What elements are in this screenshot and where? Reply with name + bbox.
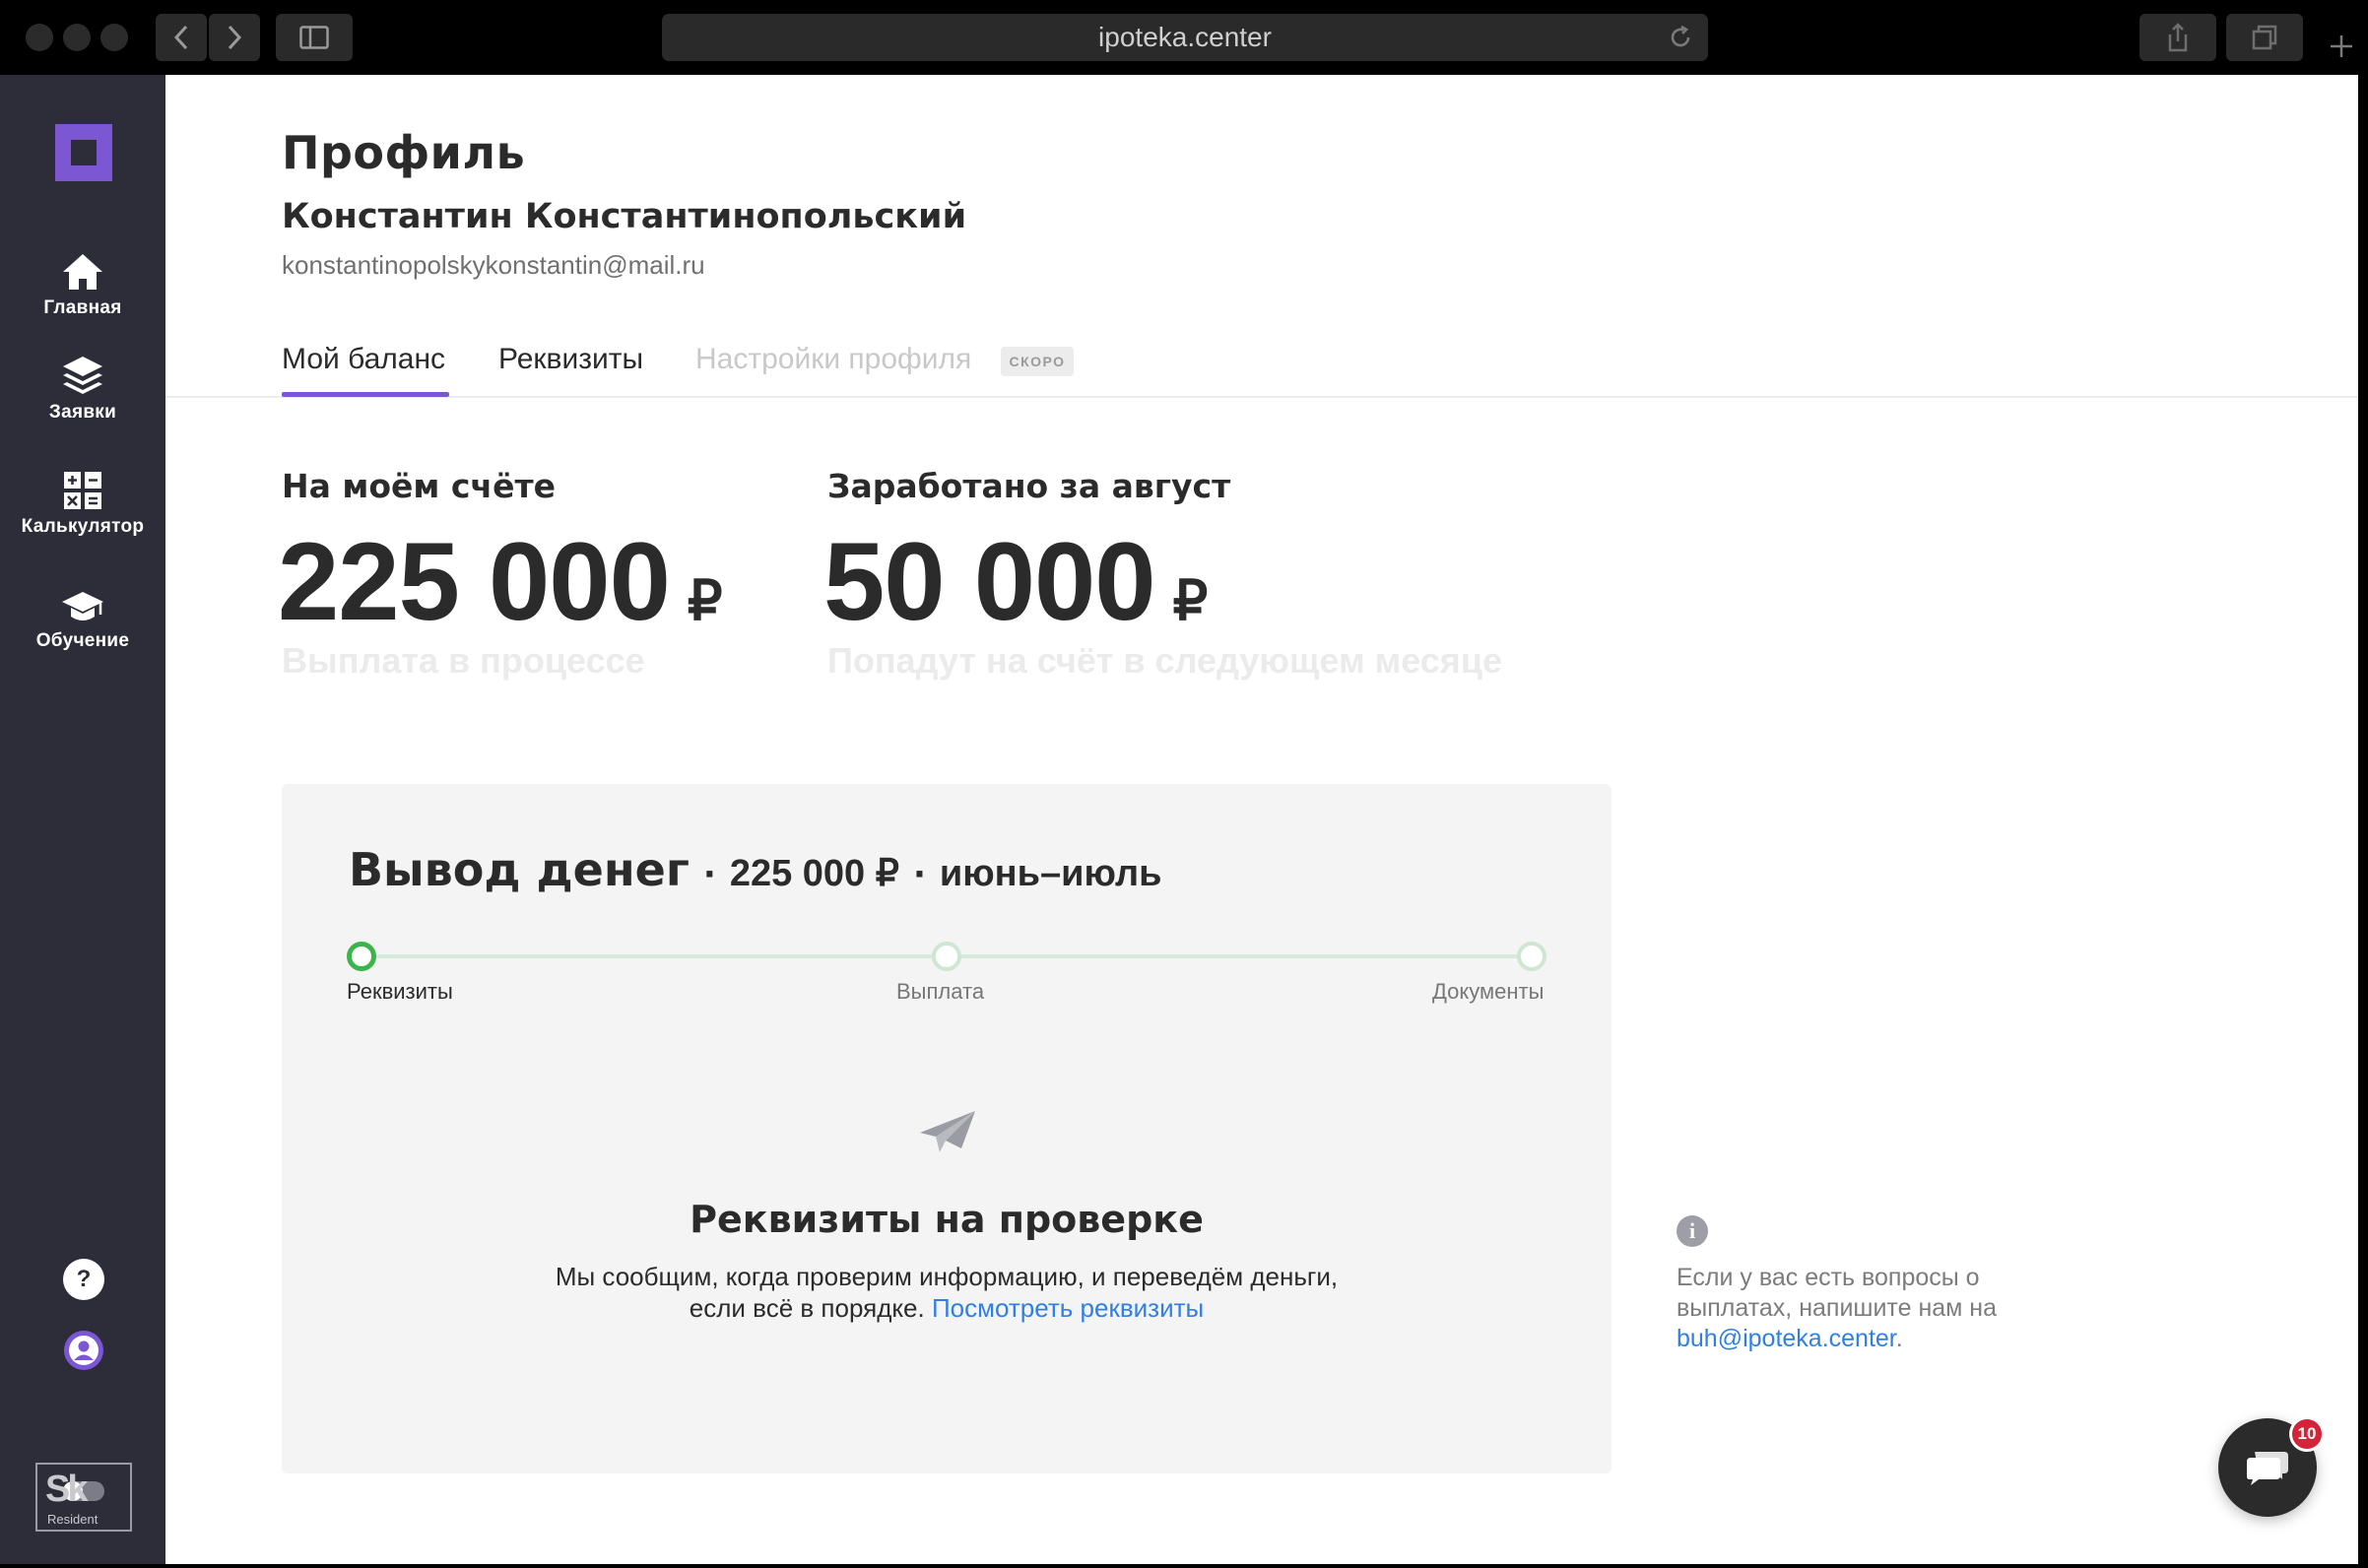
url-text: ipoteka.center bbox=[1098, 22, 1272, 52]
step-documents-marker bbox=[1517, 942, 1546, 971]
separator-dot: · bbox=[912, 855, 926, 894]
window-frame bbox=[2358, 75, 2368, 1568]
payout-contact-note: Если у вас есть вопросы о выплатах, напи… bbox=[1677, 1263, 2051, 1354]
plus-icon[interactable] bbox=[2329, 33, 2354, 59]
step-requisites-label: Реквизиты bbox=[347, 979, 453, 1004]
skolkovo-resident-badge: Sk Resident bbox=[35, 1463, 132, 1532]
sidebar-item-label: Главная bbox=[43, 297, 122, 318]
sidebar-item-label: Заявки bbox=[48, 402, 117, 423]
account-balance-note: Выплата в процессе bbox=[282, 640, 645, 681]
account-amount: 225 000 bbox=[278, 520, 671, 643]
sidebar: Главная Заявки Калькулятор Обучение ? Sk… bbox=[0, 75, 165, 1568]
browser-toolbar: ipoteka.center bbox=[0, 0, 2368, 75]
currency-sign: ₽ bbox=[687, 569, 723, 631]
active-tab-indicator bbox=[282, 392, 449, 397]
window-frame bbox=[0, 1564, 2368, 1568]
profile-button[interactable] bbox=[63, 1330, 104, 1371]
chevron-left-icon bbox=[173, 25, 188, 50]
tabs-icon bbox=[2252, 25, 2277, 50]
earned-note: Попадут на счёт в следующем месяце bbox=[827, 640, 1502, 681]
withdrawal-period: июнь–июль bbox=[939, 853, 1162, 894]
tab-my-balance[interactable]: Мой баланс bbox=[282, 343, 445, 376]
status-title: Реквизиты на проверке bbox=[690, 1198, 1204, 1241]
account-balance-value: 225 000 ₽ bbox=[278, 518, 722, 645]
window-zoom-button[interactable] bbox=[100, 24, 128, 51]
skolkovo-logo: Sk bbox=[45, 1469, 89, 1510]
sidebar-item-calculator[interactable]: Калькулятор bbox=[0, 467, 165, 538]
currency-sign: ₽ bbox=[1172, 569, 1209, 631]
badge-caption: Resident bbox=[47, 1512, 99, 1527]
sidebar-icon bbox=[299, 26, 329, 49]
earned-amount: 50 000 bbox=[823, 520, 1156, 643]
earned-value: 50 000 ₽ bbox=[823, 518, 1209, 645]
tabs-overview-button[interactable] bbox=[2226, 14, 2303, 61]
withdrawal-amount: 225 000 ₽ bbox=[729, 853, 899, 894]
layers-icon bbox=[63, 357, 102, 394]
page-title: Профиль bbox=[282, 126, 526, 179]
tabs-divider bbox=[165, 396, 2358, 398]
app-logo[interactable] bbox=[55, 124, 112, 181]
tab-profile-settings: Настройки профиля bbox=[695, 343, 972, 375]
home-icon bbox=[63, 254, 102, 290]
paper-plane-icon bbox=[920, 1111, 975, 1152]
step-payout-marker bbox=[932, 942, 961, 971]
accounting-email-link[interactable]: buh@ipoteka.center bbox=[1677, 1325, 1896, 1352]
user-name: Константин Константинопольский bbox=[282, 197, 967, 236]
contact-note-suffix: . bbox=[1895, 1325, 1903, 1352]
back-button[interactable] bbox=[156, 14, 207, 61]
withdrawal-header: Вывод денег · 225 000 ₽ · июнь–июль bbox=[349, 843, 1161, 896]
graduation-cap-icon bbox=[62, 592, 103, 621]
user-icon bbox=[64, 1331, 103, 1370]
help-button[interactable]: ? bbox=[63, 1259, 104, 1300]
calculator-icon bbox=[64, 472, 101, 509]
status-text: Мы сообщим, когда проверим информацию, и… bbox=[528, 1261, 1365, 1324]
sidebar-item-label: Калькулятор bbox=[21, 516, 145, 537]
share-icon bbox=[2168, 23, 2188, 52]
sidebar-item-learning[interactable]: Обучение bbox=[0, 581, 165, 652]
separator-dot: · bbox=[702, 855, 716, 894]
step-requisites-marker bbox=[347, 942, 376, 971]
soon-badge: СКОРО bbox=[1001, 347, 1074, 376]
view-requisites-link[interactable]: Посмотреть реквизиты bbox=[932, 1293, 1204, 1323]
step-documents-label: Документы bbox=[1432, 979, 1545, 1004]
unread-count-badge: 10 bbox=[2289, 1416, 2325, 1452]
sidebar-item-home[interactable]: Главная bbox=[0, 248, 165, 319]
share-button[interactable] bbox=[2139, 14, 2216, 61]
contact-note-text: Если у вас есть вопросы о выплатах, напи… bbox=[1677, 1264, 1997, 1322]
sidebar-item-applications[interactable]: Заявки bbox=[0, 353, 165, 424]
chat-icon bbox=[2247, 1452, 2288, 1485]
account-balance-label: На моём счёте bbox=[282, 467, 556, 505]
forward-button[interactable] bbox=[209, 14, 260, 61]
step-payout-label: Выплата bbox=[896, 979, 985, 1004]
user-email: konstantinopolskykonstantin@mail.ru bbox=[282, 250, 705, 280]
window-close-button[interactable] bbox=[26, 24, 53, 51]
address-bar[interactable]: ipoteka.center bbox=[662, 14, 1708, 61]
main-content: Профиль Константин Константинопольский k… bbox=[165, 75, 2368, 1568]
earned-label: Заработано за август bbox=[827, 467, 1231, 505]
tab-requisites[interactable]: Реквизиты bbox=[498, 343, 643, 376]
info-icon: i bbox=[1677, 1215, 1708, 1247]
window-minimize-button[interactable] bbox=[63, 24, 91, 51]
sidebar-item-label: Обучение bbox=[35, 630, 130, 651]
chevron-right-icon bbox=[228, 25, 242, 50]
withdrawal-card: Вывод денег · 225 000 ₽ · июнь–июль Рекв… bbox=[282, 784, 1612, 1473]
withdrawal-title: Вывод денег bbox=[349, 843, 690, 896]
sidebar-toggle-button[interactable] bbox=[276, 14, 353, 61]
reload-icon[interactable] bbox=[1667, 24, 1694, 51]
